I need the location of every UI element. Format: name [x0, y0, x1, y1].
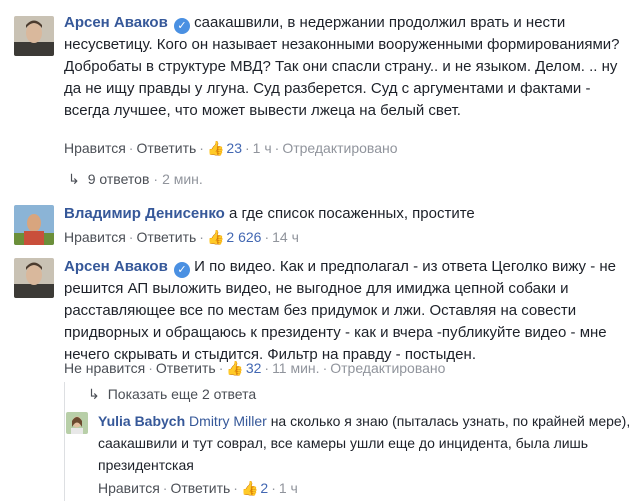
- like-button[interactable]: Нравится: [98, 480, 160, 496]
- reply-button[interactable]: Ответить: [136, 140, 196, 156]
- reply-thread-line: [64, 382, 65, 501]
- avatar[interactable]: [66, 412, 88, 434]
- like-button[interactable]: Нравится: [64, 140, 126, 156]
- avatar[interactable]: [14, 205, 54, 245]
- comment-body: Арсен Аваков ✓ саакашвили, в недержании …: [64, 12, 633, 122]
- thumbs-up-icon[interactable]: 👍: [241, 480, 258, 496]
- view-replies-link[interactable]: ↳ 9 ответов · 2 мин.: [68, 171, 203, 188]
- reply-button[interactable]: Ответить: [156, 360, 216, 376]
- reply-body: Yulia Babych Dmitry Miller на сколько я …: [98, 410, 633, 476]
- like-count[interactable]: 23: [226, 140, 242, 156]
- mention-link[interactable]: Dmitry Miller: [189, 413, 267, 429]
- avatar[interactable]: [14, 258, 54, 298]
- edited-label[interactable]: Отредактировано: [330, 360, 445, 376]
- like-count[interactable]: 2 626: [226, 229, 261, 245]
- comment-time[interactable]: 1 ч: [253, 140, 272, 156]
- reply-arrow-icon: ↳: [88, 386, 100, 402]
- reply-author[interactable]: Yulia Babych: [98, 413, 185, 429]
- comment-time[interactable]: 14 ч: [272, 229, 299, 245]
- comment-body: Арсен Аваков ✓ И по видео. Как и предпол…: [64, 256, 633, 366]
- reply-button[interactable]: Ответить: [170, 480, 230, 496]
- comment-author[interactable]: Арсен Аваков: [64, 258, 168, 275]
- reply-button[interactable]: Ответить: [136, 229, 196, 245]
- comment-author[interactable]: Арсен Аваков: [64, 14, 168, 31]
- show-more-replies-link[interactable]: ↳ Показать еще 2 ответа: [88, 386, 256, 403]
- avatar[interactable]: [14, 16, 54, 56]
- like-button[interactable]: Нравится: [64, 229, 126, 245]
- comment-time[interactable]: 11 мин.: [272, 360, 320, 376]
- thumbs-up-icon[interactable]: 👍: [226, 360, 243, 376]
- more-replies-label[interactable]: Показать еще 2 ответа: [108, 386, 256, 402]
- unlike-button[interactable]: Не нравится: [64, 360, 145, 376]
- verified-check-icon: ✓: [173, 18, 190, 34]
- thumbs-up-icon[interactable]: 👍: [207, 140, 224, 156]
- comment-author[interactable]: Владимир Денисенко: [64, 205, 225, 222]
- verified-check-icon: ✓: [173, 262, 190, 278]
- reply-actions: Нравится · Ответить · 👍 2 · 1 ч: [98, 480, 298, 496]
- comment-text: а где список посаженных, простите: [228, 205, 475, 222]
- replies-count[interactable]: 9 ответов: [88, 171, 150, 187]
- thumbs-up-icon[interactable]: 👍: [207, 229, 224, 245]
- reply-arrow-icon: ↳: [68, 171, 80, 187]
- comment-actions: Нравится · Ответить · 👍 2 626 · 14 ч: [64, 229, 299, 245]
- edited-label[interactable]: Отредактировано: [282, 140, 397, 156]
- replies-time: 2 мин.: [162, 171, 203, 187]
- comment-actions: Не нравится · Ответить · 👍 32 · 11 мин. · Отредак…: [64, 360, 446, 376]
- reply-time[interactable]: 1 ч: [279, 480, 298, 496]
- like-count[interactable]: 2: [260, 480, 268, 496]
- like-count[interactable]: 32: [246, 360, 262, 376]
- comment-actions: Нравится · Ответить · 👍 23 · 1 ч · Отредактирован…: [64, 140, 398, 156]
- comment-body: Владимир Денисенко а где список посаженн…: [64, 203, 633, 225]
